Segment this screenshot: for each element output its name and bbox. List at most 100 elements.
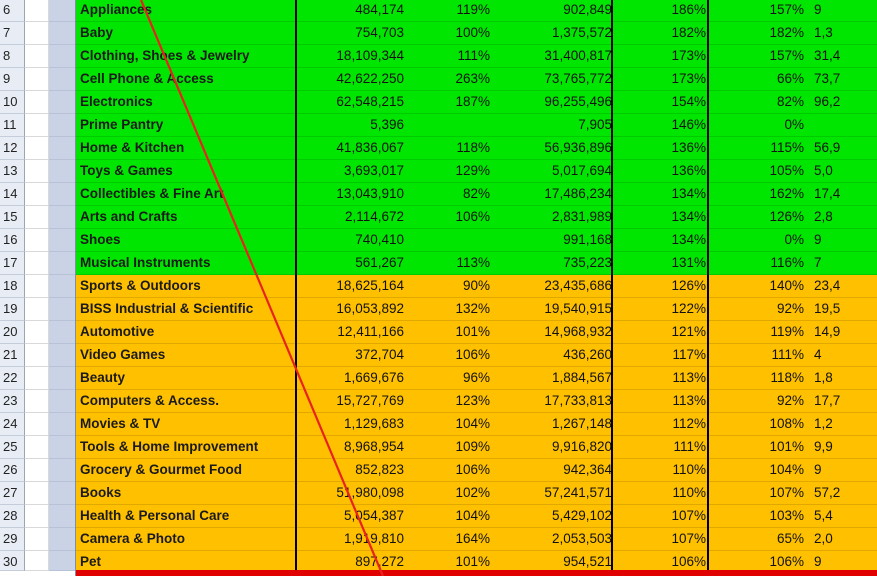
cell-empty[interactable]: [49, 183, 76, 206]
value-cell[interactable]: 17,486,234: [492, 183, 612, 205]
row-header[interactable]: 6: [0, 0, 25, 22]
percent-cell[interactable]: 117%: [614, 344, 706, 366]
percent-cell[interactable]: 126%: [614, 275, 706, 297]
cell-empty[interactable]: [49, 528, 76, 551]
cell-empty[interactable]: [25, 22, 49, 45]
percent-cell[interactable]: 154%: [614, 91, 706, 113]
value-cell[interactable]: 5,4: [814, 505, 877, 527]
cell-empty[interactable]: [49, 45, 76, 68]
value-cell[interactable]: 754,703: [296, 22, 404, 44]
row-header[interactable]: 12: [0, 137, 25, 160]
value-cell[interactable]: 31,400,817: [492, 45, 612, 67]
percent-cell[interactable]: 82%: [710, 91, 804, 113]
value-cell[interactable]: 7: [814, 252, 877, 274]
cell-empty[interactable]: [49, 459, 76, 482]
row-header[interactable]: 15: [0, 206, 25, 229]
value-cell[interactable]: 9: [814, 0, 877, 21]
cell-empty[interactable]: [25, 206, 49, 229]
category-cell[interactable]: Electronics: [80, 91, 294, 113]
cell-empty[interactable]: [25, 91, 49, 114]
value-cell[interactable]: 2,114,672: [296, 206, 404, 228]
percent-cell[interactable]: 104%: [406, 413, 490, 435]
value-cell[interactable]: 23,4: [814, 275, 877, 297]
category-cell[interactable]: Health & Personal Care: [80, 505, 294, 527]
cell-empty[interactable]: [25, 183, 49, 206]
value-cell[interactable]: 1,669,676: [296, 367, 404, 389]
row-header[interactable]: 19: [0, 298, 25, 321]
percent-cell[interactable]: 106%: [406, 459, 490, 481]
category-cell[interactable]: Shoes: [80, 229, 294, 251]
cell-empty[interactable]: [49, 413, 76, 436]
category-cell[interactable]: Musical Instruments: [80, 252, 294, 274]
value-cell[interactable]: 9: [814, 459, 877, 481]
row-header[interactable]: 9: [0, 68, 25, 91]
percent-cell[interactable]: 106%: [710, 551, 804, 570]
percent-cell[interactable]: 92%: [710, 390, 804, 412]
cell-empty[interactable]: [25, 137, 49, 160]
value-cell[interactable]: 740,410: [296, 229, 404, 251]
value-cell[interactable]: 1,8: [814, 367, 877, 389]
category-cell[interactable]: Sports & Outdoors: [80, 275, 294, 297]
value-cell[interactable]: 62,548,215: [296, 91, 404, 113]
value-cell[interactable]: 2,053,503: [492, 528, 612, 550]
percent-cell[interactable]: 116%: [710, 252, 804, 274]
category-cell[interactable]: Automotive: [80, 321, 294, 343]
row-header[interactable]: 27: [0, 482, 25, 505]
cell-empty[interactable]: [49, 390, 76, 413]
percent-cell[interactable]: 108%: [710, 413, 804, 435]
value-cell[interactable]: 9,9: [814, 436, 877, 458]
percent-cell[interactable]: 107%: [710, 482, 804, 504]
value-cell[interactable]: 14,968,932: [492, 321, 612, 343]
percent-cell[interactable]: 129%: [406, 160, 490, 182]
percent-cell[interactable]: 102%: [406, 482, 490, 504]
cell-empty[interactable]: [49, 114, 76, 137]
category-cell[interactable]: Movies & TV: [80, 413, 294, 435]
cell-empty[interactable]: [25, 160, 49, 183]
value-cell[interactable]: [814, 114, 877, 136]
cell-empty[interactable]: [25, 252, 49, 275]
percent-cell[interactable]: 106%: [406, 206, 490, 228]
category-cell[interactable]: Cell Phone & Access: [80, 68, 294, 90]
cell-empty[interactable]: [49, 482, 76, 505]
value-cell[interactable]: 18,109,344: [296, 45, 404, 67]
value-cell[interactable]: 8,968,954: [296, 436, 404, 458]
value-cell[interactable]: 902,849: [492, 0, 612, 21]
row-header[interactable]: 24: [0, 413, 25, 436]
value-cell[interactable]: 96,255,496: [492, 91, 612, 113]
value-cell[interactable]: 5,017,694: [492, 160, 612, 182]
cell-empty[interactable]: [49, 344, 76, 367]
cell-empty[interactable]: [25, 505, 49, 528]
category-cell[interactable]: Arts and Crafts: [80, 206, 294, 228]
percent-cell[interactable]: 111%: [406, 45, 490, 67]
value-cell[interactable]: 1,375,572: [492, 22, 612, 44]
value-cell[interactable]: 12,411,166: [296, 321, 404, 343]
row-header[interactable]: 20: [0, 321, 25, 344]
value-cell[interactable]: 17,733,813: [492, 390, 612, 412]
row-header[interactable]: 10: [0, 91, 25, 114]
percent-cell[interactable]: 109%: [406, 436, 490, 458]
value-cell[interactable]: 51,980,098: [296, 482, 404, 504]
cell-empty[interactable]: [25, 229, 49, 252]
category-cell[interactable]: Books: [80, 482, 294, 504]
cell-empty[interactable]: [25, 275, 49, 298]
percent-cell[interactable]: 104%: [710, 459, 804, 481]
category-cell[interactable]: Prime Pantry: [80, 114, 294, 136]
value-cell[interactable]: 4: [814, 344, 877, 366]
category-cell[interactable]: Appliances: [80, 0, 294, 21]
value-cell[interactable]: 561,267: [296, 252, 404, 274]
percent-cell[interactable]: 115%: [710, 137, 804, 159]
value-cell[interactable]: 15,727,769: [296, 390, 404, 412]
percent-cell[interactable]: 134%: [614, 229, 706, 251]
category-cell[interactable]: Pet: [80, 551, 294, 570]
value-cell[interactable]: 2,8: [814, 206, 877, 228]
percent-cell[interactable]: 112%: [614, 413, 706, 435]
percent-cell[interactable]: 104%: [406, 505, 490, 527]
value-cell[interactable]: 954,521: [492, 551, 612, 570]
percent-cell[interactable]: 106%: [406, 344, 490, 366]
category-cell[interactable]: Tools & Home Improvement: [80, 436, 294, 458]
percent-cell[interactable]: 157%: [710, 0, 804, 21]
cell-empty[interactable]: [49, 252, 76, 275]
cell-empty[interactable]: [25, 482, 49, 505]
percent-cell[interactable]: 113%: [614, 367, 706, 389]
value-cell[interactable]: 436,260: [492, 344, 612, 366]
